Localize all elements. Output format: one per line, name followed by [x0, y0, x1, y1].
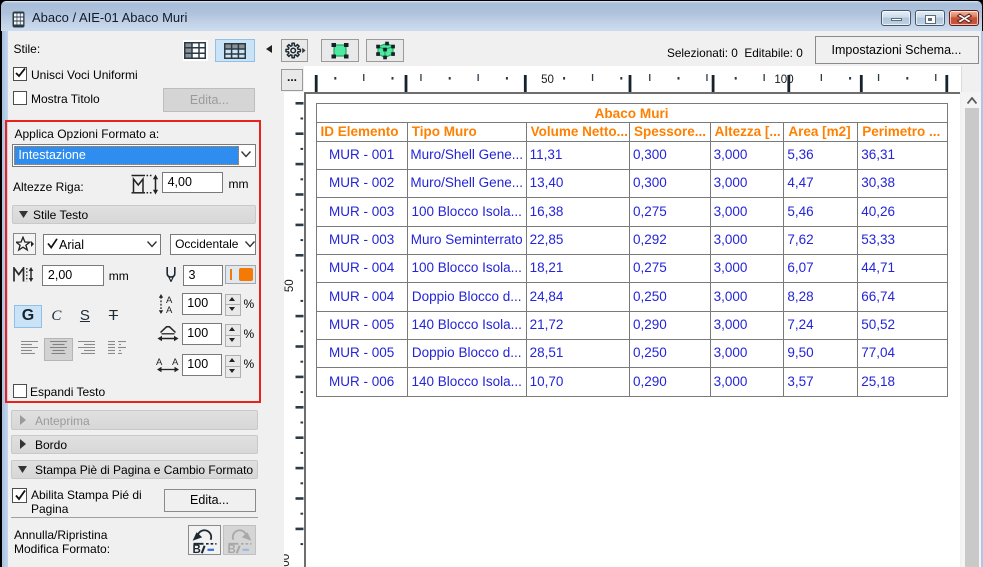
svg-text:100: 100 [774, 74, 793, 86]
svg-text:100: 100 [284, 554, 292, 567]
svg-text:A: A [156, 357, 163, 368]
svg-text:B: B [228, 544, 236, 554]
svg-text:A: A [166, 305, 173, 314]
svg-text:50: 50 [541, 74, 554, 86]
svg-text:A: A [172, 357, 179, 368]
svg-text:B: B [193, 544, 201, 554]
svg-text:50: 50 [284, 279, 296, 292]
